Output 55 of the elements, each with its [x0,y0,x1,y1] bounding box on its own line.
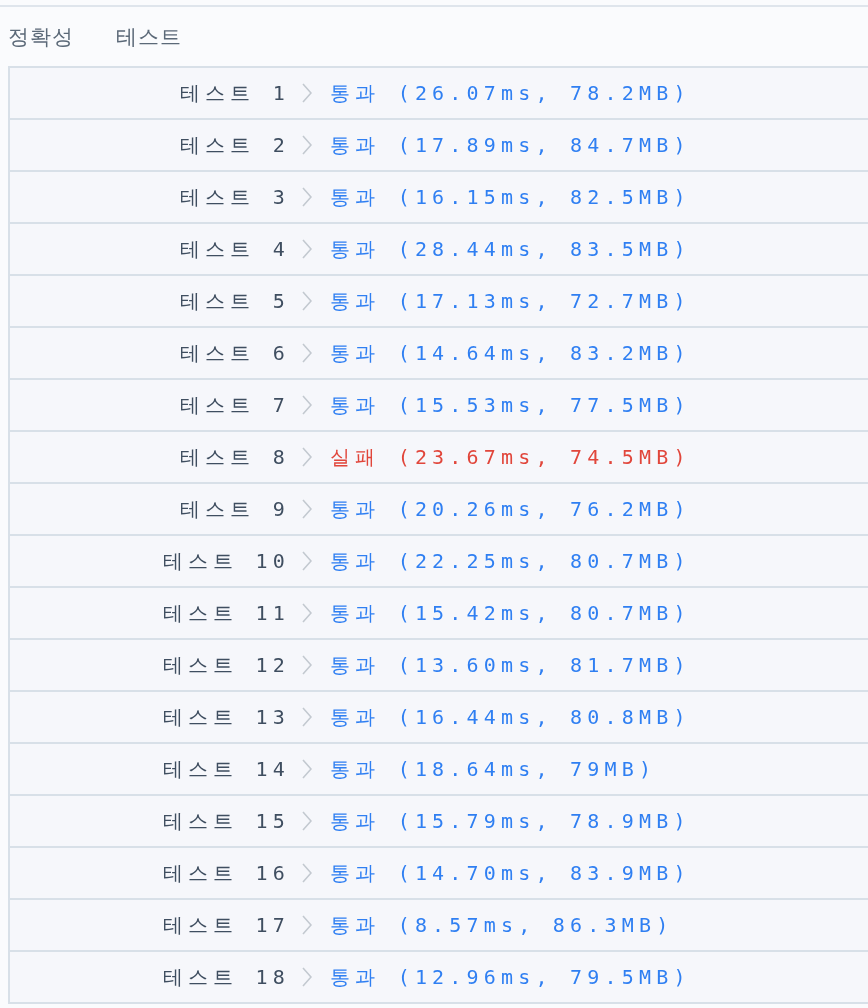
chevron-icon [302,187,312,207]
test-case-label: 테스트 6 [178,339,290,367]
test-result: 통과 (16.44ms, 80.8MB) [330,703,691,731]
chevron-icon [302,759,312,779]
test-case-label: 테스트 2 [178,131,290,159]
test-case-label: 테스트 16 [161,859,290,887]
section-title: 정확성 테스트 [8,23,182,51]
test-result: 통과 (15.42ms, 80.7MB) [330,599,691,627]
test-result: 통과 (22.25ms, 80.7MB) [330,547,691,575]
test-result: 통과 (15.79ms, 78.9MB) [330,807,691,835]
test-case-label: 테스트 9 [178,495,290,523]
chevron-icon [302,499,312,519]
test-result: 통과 (28.44ms, 83.5MB) [330,235,691,263]
chevron-icon [302,447,312,467]
chevron-icon [302,551,312,571]
chevron-icon [302,967,312,987]
test-result: 통과 (14.64ms, 83.2MB) [330,339,691,367]
test-case-label: 테스트 18 [161,963,290,991]
test-result: 실패 (23.67ms, 74.5MB) [330,443,691,471]
chevron-icon [302,343,312,363]
test-case-label: 테스트 11 [161,599,290,627]
test-result: 통과 (26.07ms, 78.2MB) [330,79,691,107]
test-case-label: 테스트 10 [161,547,290,575]
chevron-icon [302,915,312,935]
test-result: 통과 (12.96ms, 79.5MB) [330,963,691,991]
test-case-label: 테스트 4 [178,235,290,263]
test-result: 통과 (17.13ms, 72.7MB) [330,287,691,315]
test-result: 통과 (16.15ms, 82.5MB) [330,183,691,211]
chevron-icon [302,239,312,259]
test-result: 통과 (15.53ms, 77.5MB) [330,391,691,419]
test-case-label: 테스트 17 [161,911,290,939]
chevron-icon [302,863,312,883]
test-case-label: 테스트 5 [178,287,290,315]
chevron-icon [302,83,312,103]
chevron-icon [302,135,312,155]
test-case-label: 테스트 7 [178,391,290,419]
test-case-label: 테스트 12 [161,651,290,679]
chevron-icon [302,603,312,623]
test-result: 통과 (18.64ms, 79MB) [330,755,657,783]
test-case-label: 테스트 3 [178,183,290,211]
test-case-label: 테스트 8 [178,443,290,471]
chevron-icon [302,291,312,311]
chevron-icon [302,655,312,675]
test-result: 통과 (20.26ms, 76.2MB) [330,495,691,523]
test-result: 통과 (17.89ms, 84.7MB) [330,131,691,159]
test-case-label: 테스트 14 [161,755,290,783]
test-result: 통과 (14.70ms, 83.9MB) [330,859,691,887]
chevron-icon [302,395,312,415]
test-result: 통과 (8.57ms, 86.3MB) [330,911,674,939]
test-case-label: 테스트 1 [178,79,290,107]
test-result: 통과 (13.60ms, 81.7MB) [330,651,691,679]
test-case-label: 테스트 13 [161,703,290,731]
test-case-label: 테스트 15 [161,807,290,835]
chevron-icon [302,707,312,727]
chevron-icon [302,811,312,831]
